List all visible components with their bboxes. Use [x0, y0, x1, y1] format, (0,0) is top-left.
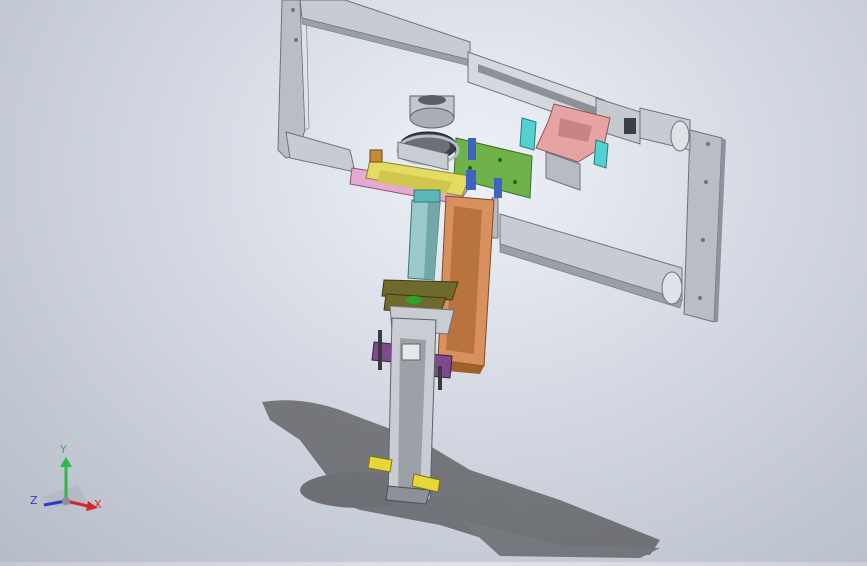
z-axis-label: Z — [30, 494, 38, 507]
x-axis-label: X — [94, 498, 102, 511]
y-axis-label: Y — [60, 443, 67, 456]
3d-viewport[interactable]: Y X Z — [0, 0, 867, 562]
model-shadow — [262, 400, 660, 558]
vertical-slide[interactable] — [385, 317, 437, 505]
axis-labels: Y X Z — [26, 440, 116, 520]
column[interactable] — [407, 189, 441, 281]
rotary-ring — [409, 95, 455, 129]
